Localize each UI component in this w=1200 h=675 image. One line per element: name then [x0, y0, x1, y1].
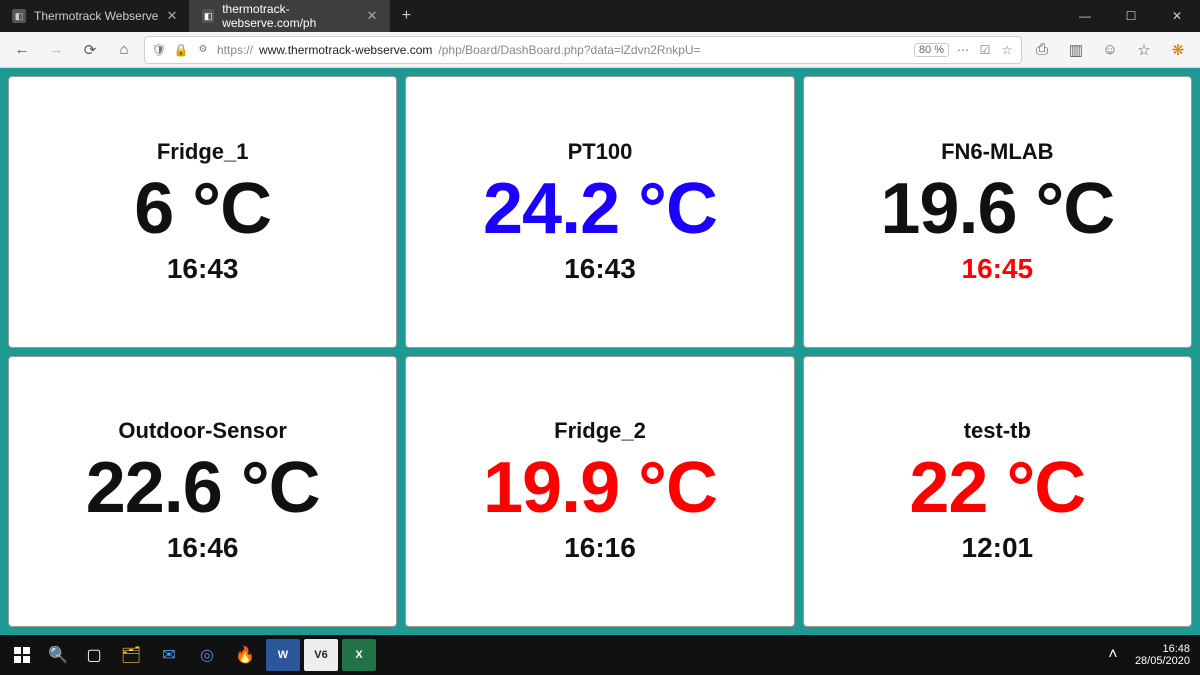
sensor-time: 16:45	[962, 253, 1034, 285]
system-clock[interactable]: 16:48 28/05/2020	[1135, 643, 1190, 667]
zoom-indicator[interactable]: 80 %	[914, 43, 949, 57]
sensor-time: 16:46	[167, 532, 239, 564]
sensor-name: FN6-MLAB	[941, 139, 1053, 165]
extension-icon[interactable]: ☆	[1130, 36, 1158, 64]
close-icon[interactable]: ✕	[366, 8, 377, 24]
url-path: /php/Board/DashBoard.php?data=lZdvn2Rnkp…	[438, 43, 700, 57]
sensor-value: 6 °C	[134, 173, 271, 245]
sensor-time: 16:43	[167, 253, 239, 285]
bookmark-star-icon[interactable]: ☆	[999, 43, 1015, 57]
reload-button[interactable]: ⟳	[76, 36, 104, 64]
browser-tab-1[interactable]: ◧ thermotrack-webserve.com/ph ✕	[190, 0, 390, 32]
tab-label: Thermotrack Webserve	[34, 9, 158, 23]
task-view-icon[interactable]: ▢	[78, 639, 110, 671]
sensor-time: 12:01	[962, 532, 1034, 564]
sensor-value: 24.2 °C	[483, 173, 717, 245]
dashboard-area: Fridge_1 6 °C 16:43 PT100 24.2 °C 16:43 …	[0, 68, 1200, 635]
sensor-time: 16:43	[564, 253, 636, 285]
mail-icon[interactable]: ✉	[152, 639, 186, 671]
clock-time: 16:48	[1135, 643, 1190, 655]
url-host: www.thermotrack-webserve.com	[259, 43, 432, 57]
app-icon[interactable]: ◎	[190, 639, 224, 671]
url-protocol: https://	[217, 43, 253, 57]
library-icon[interactable]: ⎙	[1028, 36, 1056, 64]
tray-chevron-icon[interactable]: ˄	[1097, 639, 1129, 671]
sensor-card[interactable]: Outdoor-Sensor 22.6 °C 16:46	[8, 356, 397, 628]
word-icon[interactable]: W	[266, 639, 300, 671]
addon-icon[interactable]: ❋	[1164, 36, 1192, 64]
sensor-name: Fridge_1	[157, 139, 249, 165]
close-icon[interactable]: ✕	[166, 8, 177, 24]
forward-button[interactable]: →	[42, 36, 70, 64]
window-titlebar: ◧ Thermotrack Webserve ✕ ◧ thermotrack-w…	[0, 0, 1200, 32]
sensor-value: 22.6 °C	[86, 452, 320, 524]
sensor-time: 16:16	[564, 532, 636, 564]
tab-favicon: ◧	[12, 9, 26, 23]
window-controls: — ☐ ✕	[1062, 0, 1200, 32]
browser-toolbar: ← → ⟳ ⌂ 🛡 🔒 ⚙ https:// www.thermotrack-we…	[0, 32, 1200, 68]
address-bar[interactable]: 🛡 🔒 ⚙ https:// www.thermotrack-webserve.c…	[144, 36, 1022, 64]
back-button[interactable]: ←	[8, 36, 36, 64]
sensor-card[interactable]: FN6-MLAB 19.6 °C 16:45	[803, 76, 1192, 348]
tab-favicon: ◧	[202, 9, 214, 23]
lock-icon[interactable]: 🔒	[173, 43, 189, 57]
account-icon[interactable]: ☺	[1096, 36, 1124, 64]
close-button[interactable]: ✕	[1154, 0, 1200, 32]
sensor-name: PT100	[568, 139, 633, 165]
sensor-card[interactable]: test-tb 22 °C 12:01	[803, 356, 1192, 628]
start-button[interactable]	[6, 639, 38, 671]
sensor-card[interactable]: PT100 24.2 °C 16:43	[405, 76, 794, 348]
dashboard-grid: Fridge_1 6 °C 16:43 PT100 24.2 °C 16:43 …	[8, 76, 1192, 627]
sensor-name: Fridge_2	[554, 418, 646, 444]
sensor-value: 19.6 °C	[880, 173, 1114, 245]
clock-date: 28/05/2020	[1135, 655, 1190, 667]
tab-label: thermotrack-webserve.com/ph	[222, 2, 358, 30]
sensor-card[interactable]: Fridge_2 19.9 °C 16:16	[405, 356, 794, 628]
minimize-button[interactable]: —	[1062, 0, 1108, 32]
app-v6-icon[interactable]: V6	[304, 639, 338, 671]
sensor-name: test-tb	[964, 418, 1031, 444]
page-actions-icon[interactable]: ⋯	[955, 43, 971, 57]
new-tab-button[interactable]: +	[390, 0, 422, 32]
reader-mode-icon[interactable]: ☑	[977, 43, 993, 57]
permissions-icon[interactable]: ⚙	[195, 44, 211, 55]
sensor-card[interactable]: Fridge_1 6 °C 16:43	[8, 76, 397, 348]
home-button[interactable]: ⌂	[110, 36, 138, 64]
firefox-icon[interactable]: 🔥	[228, 639, 262, 671]
browser-tab-0[interactable]: ◧ Thermotrack Webserve ✕	[0, 0, 190, 32]
sidebar-icon[interactable]: ▥	[1062, 36, 1090, 64]
shield-icon[interactable]: 🛡	[151, 43, 167, 57]
maximize-button[interactable]: ☐	[1108, 0, 1154, 32]
file-explorer-icon[interactable]: 🗂	[114, 639, 148, 671]
search-icon[interactable]: 🔍	[42, 639, 74, 671]
sensor-name: Outdoor-Sensor	[118, 418, 287, 444]
excel-icon[interactable]: X	[342, 639, 376, 671]
windows-taskbar: 🔍 ▢ 🗂 ✉ ◎ 🔥 W V6 X ˄ 16:48 28/05/2020	[0, 635, 1200, 675]
sensor-value: 22 °C	[909, 452, 1085, 524]
sensor-value: 19.9 °C	[483, 452, 717, 524]
